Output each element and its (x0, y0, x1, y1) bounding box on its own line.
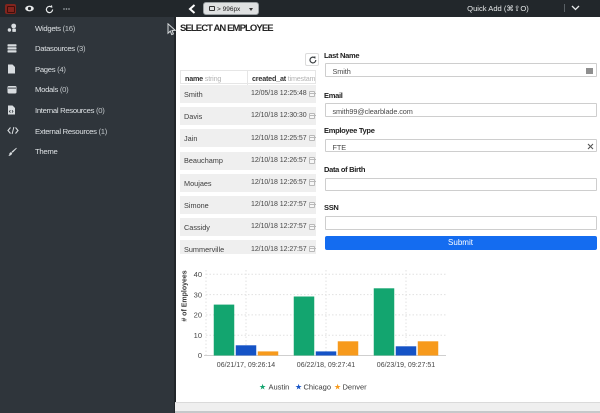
svg-text:Denver: Denver (343, 383, 368, 392)
svg-text:Austin: Austin (269, 383, 290, 392)
svg-text:40: 40 (194, 270, 202, 279)
svg-text:20: 20 (194, 311, 202, 320)
svg-text:10: 10 (194, 331, 202, 340)
svg-text:06/21/17, 09:26:14: 06/21/17, 09:26:14 (217, 362, 275, 369)
svg-text:Chicago: Chicago (304, 383, 332, 392)
svg-text:30: 30 (194, 290, 202, 299)
svg-text:★: ★ (295, 383, 302, 392)
svg-text:★: ★ (334, 383, 341, 392)
svg-text:0: 0 (198, 351, 202, 360)
svg-text:★: ★ (259, 383, 266, 392)
svg-text:06/23/19, 09:27:51: 06/23/19, 09:27:51 (377, 362, 435, 369)
svg-text:06/22/18, 09:27:41: 06/22/18, 09:27:41 (297, 362, 355, 369)
svg-text:# of Employees: # of Employees (182, 270, 189, 321)
